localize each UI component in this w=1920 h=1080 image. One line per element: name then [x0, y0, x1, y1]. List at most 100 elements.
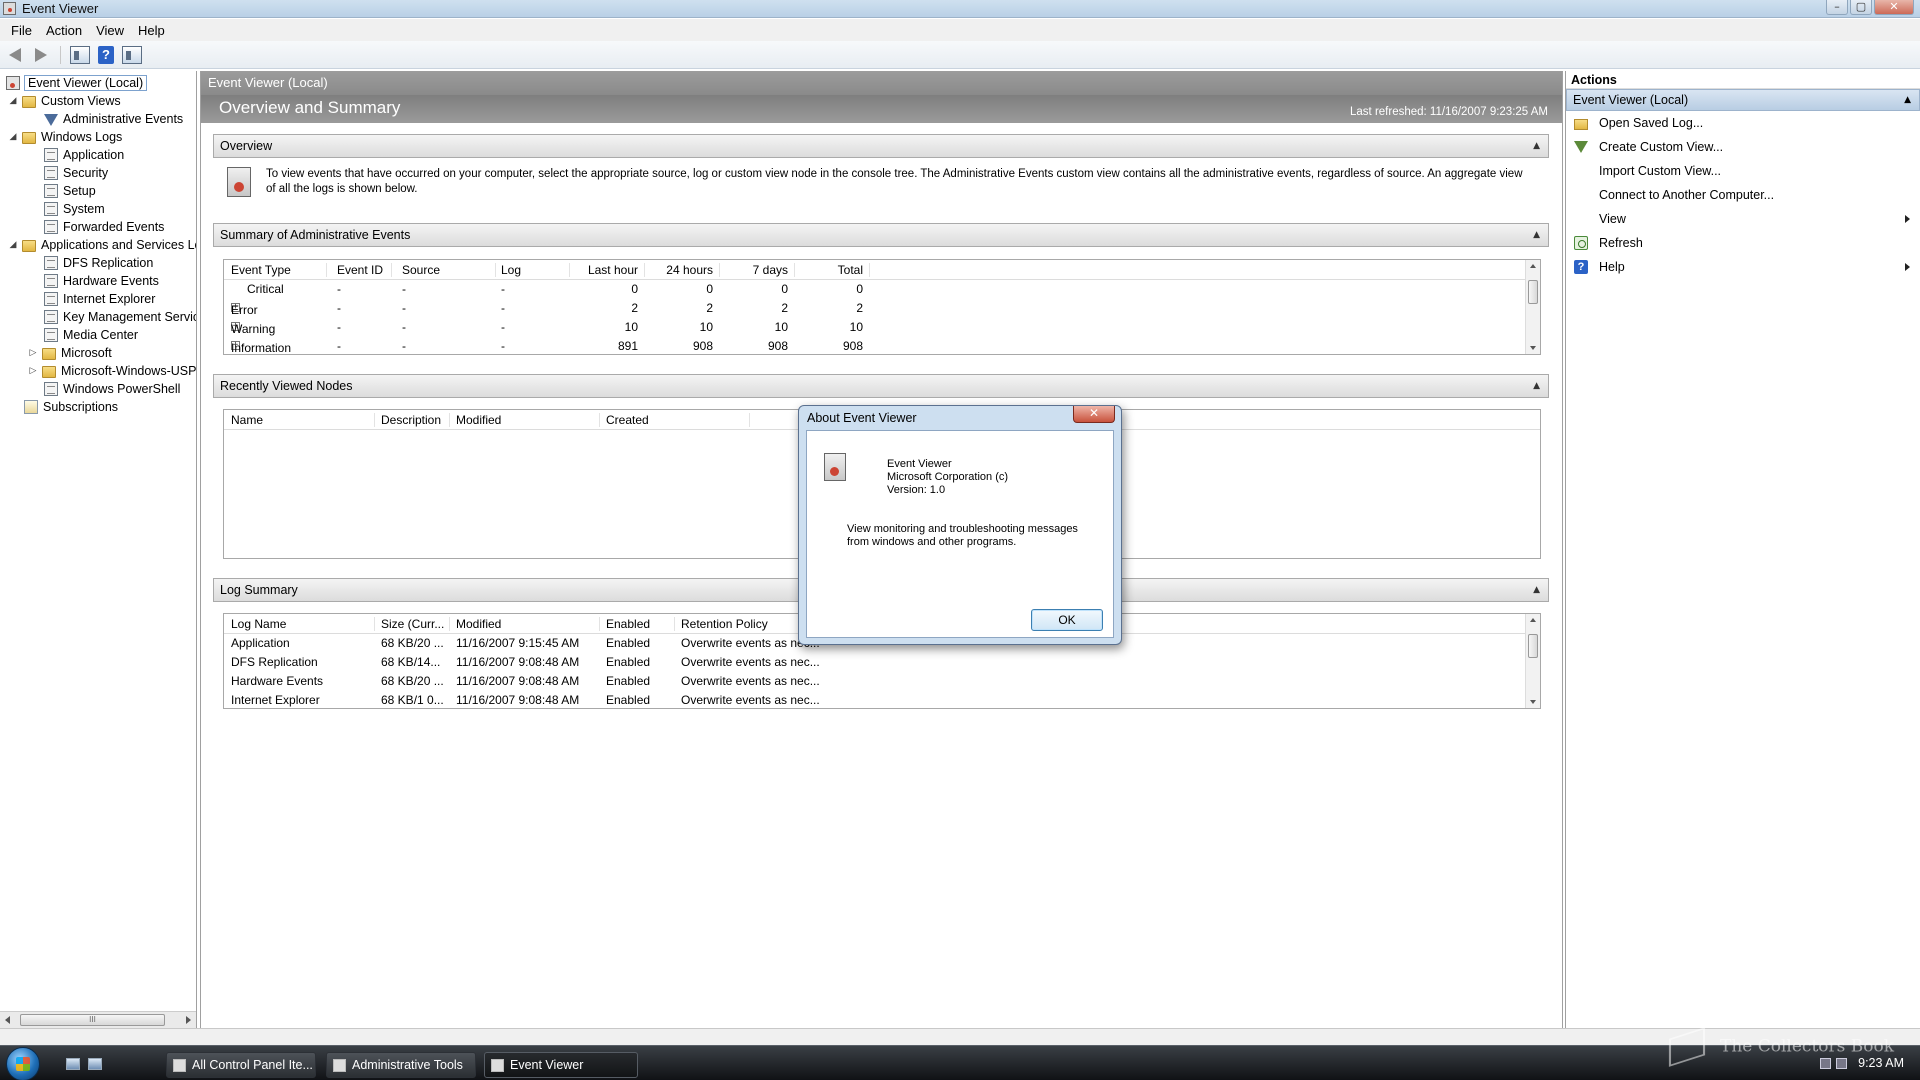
column-header[interactable]: Log — [501, 263, 521, 277]
column-header[interactable]: Retention Policy — [681, 617, 768, 631]
tree-item-windows-powershell[interactable]: Windows PowerShell — [44, 380, 180, 398]
tree-horizontal-scrollbar[interactable]: III — [0, 1011, 196, 1028]
collapse-icon[interactable]: ▲ — [1533, 579, 1540, 601]
scroll-down-icon[interactable] — [1530, 346, 1536, 350]
tree-item-administrative-events[interactable]: Administrative Events — [44, 110, 183, 128]
tree-item-microsoft[interactable]: ▷ Microsoft — [28, 344, 112, 362]
tree-item-setup[interactable]: Setup — [44, 182, 96, 200]
overview-section-header[interactable]: Overview ▲ — [213, 134, 1549, 158]
column-header[interactable]: Description — [381, 413, 441, 427]
column-divider[interactable] — [449, 617, 450, 631]
expand-icon[interactable]: ▷ — [28, 366, 38, 376]
tree-item-custom-views[interactable]: ◢ Custom Views — [8, 92, 121, 110]
column-header[interactable]: 24 hours — [666, 263, 713, 277]
action-import-custom-view[interactable]: Import Custom View... — [1566, 159, 1920, 183]
action-connect-to-another-computer[interactable]: Connect to Another Computer... — [1566, 183, 1920, 207]
column-divider[interactable] — [599, 617, 600, 631]
action-open-saved-log[interactable]: Open Saved Log... — [1566, 111, 1920, 135]
table-row[interactable]: + Information - - - 891 908 908 908 — [224, 337, 1540, 354]
scrollbar-thumb[interactable] — [1528, 280, 1538, 304]
column-divider[interactable] — [391, 263, 392, 277]
tree-item-dfs-replication[interactable]: DFS Replication — [44, 254, 153, 272]
tree-item-applications-and-services[interactable]: ◢ Applications and Services Lo — [8, 236, 196, 254]
dialog-close-button[interactable]: ✕ — [1073, 406, 1115, 423]
menu-action[interactable]: Action — [39, 21, 89, 40]
minimize-button[interactable]: – — [1826, 0, 1848, 15]
tree-item-media-center[interactable]: Media Center — [44, 326, 138, 344]
column-header[interactable]: Total — [838, 263, 863, 277]
column-header[interactable]: Modified — [456, 617, 501, 631]
column-header[interactable]: Name — [231, 413, 263, 427]
collapse-icon[interactable]: ▲ — [1533, 224, 1540, 246]
column-header[interactable]: Event ID — [337, 263, 383, 277]
column-divider[interactable] — [569, 263, 570, 277]
tree-item-forwarded-events[interactable]: Forwarded Events — [44, 218, 164, 236]
table-row[interactable]: Hardware Events 68 KB/20 ... 11/16/2007 … — [224, 672, 1540, 691]
action-help[interactable]: ? Help — [1566, 255, 1920, 279]
column-divider[interactable] — [374, 617, 375, 631]
expand-icon[interactable]: ▷ — [28, 348, 38, 358]
column-divider[interactable] — [674, 617, 675, 631]
summary-vertical-scrollbar[interactable] — [1525, 260, 1540, 354]
column-divider[interactable] — [869, 263, 870, 277]
table-row[interactable]: + Warning - - - 10 10 10 10 — [224, 318, 1540, 337]
column-divider[interactable] — [326, 263, 327, 277]
forward-button[interactable] — [30, 44, 52, 66]
column-header[interactable]: Event Type — [231, 263, 291, 277]
table-row[interactable]: Critical - - - 0 0 0 0 — [224, 280, 1540, 299]
start-button[interactable] — [6, 1047, 40, 1080]
tree-item-internet-explorer[interactable]: Internet Explorer — [44, 290, 155, 308]
column-divider[interactable] — [449, 413, 450, 427]
collapse-icon[interactable]: ▲ — [1533, 375, 1540, 397]
back-button[interactable] — [4, 44, 26, 66]
column-divider[interactable] — [749, 413, 750, 427]
column-divider[interactable] — [719, 263, 720, 277]
column-header[interactable]: Log Name — [231, 617, 286, 631]
help-toolbar-button[interactable]: ? — [95, 44, 117, 66]
action-view[interactable]: View — [1566, 207, 1920, 231]
show-hide-action-pane-button[interactable] — [121, 44, 143, 66]
taskbar-item-event-viewer[interactable]: Event Viewer — [484, 1052, 638, 1078]
table-row[interactable]: DFS Replication 68 KB/14... 11/16/2007 9… — [224, 653, 1540, 672]
table-row[interactable]: Internet Explorer 68 KB/1 0... 11/16/200… — [224, 691, 1540, 708]
actions-section-event-viewer-local[interactable]: Event Viewer (Local) ▲ — [1566, 89, 1920, 111]
column-header[interactable]: Modified — [456, 413, 501, 427]
collapse-icon[interactable]: ▲ — [1533, 135, 1540, 157]
tree-item-hardware-events[interactable]: Hardware Events — [44, 272, 159, 290]
switch-windows-icon[interactable] — [88, 1058, 102, 1070]
tree-item-system[interactable]: System — [44, 200, 105, 218]
scroll-left-icon[interactable] — [5, 1016, 10, 1024]
table-row[interactable]: + Error - - - 2 2 2 2 — [224, 299, 1540, 318]
show-desktop-icon[interactable] — [66, 1058, 80, 1070]
scroll-up-icon[interactable] — [1530, 618, 1536, 622]
scroll-down-icon[interactable] — [1530, 700, 1536, 704]
tree-item-key-management-service[interactable]: Key Management Service — [44, 308, 196, 326]
recent-section-header[interactable]: Recently Viewed Nodes ▲ — [213, 374, 1549, 398]
tree-item-microsoft-windows-usp[interactable]: ▷ Microsoft-Windows-USP — [28, 362, 196, 380]
ok-button[interactable]: OK — [1031, 609, 1103, 631]
scroll-right-icon[interactable] — [186, 1016, 191, 1024]
menu-file[interactable]: File — [4, 21, 39, 40]
scroll-up-icon[interactable] — [1530, 264, 1536, 268]
scrollbar-thumb[interactable] — [1528, 634, 1538, 658]
close-button[interactable]: ✕ — [1874, 0, 1914, 15]
collapse-icon[interactable]: ▲ — [1904, 90, 1911, 110]
collapse-icon[interactable]: ◢ — [8, 96, 18, 106]
tree-item-subscriptions[interactable]: Subscriptions — [24, 398, 118, 416]
column-divider[interactable] — [374, 413, 375, 427]
show-hide-console-tree-button[interactable] — [69, 44, 91, 66]
taskbar-item-control-panel[interactable]: All Control Panel Ite... — [166, 1052, 316, 1078]
log-summary-vertical-scrollbar[interactable] — [1525, 614, 1540, 708]
action-create-custom-view[interactable]: Create Custom View... — [1566, 135, 1920, 159]
maximize-button[interactable]: ▢ — [1850, 0, 1872, 15]
tree-item-application[interactable]: Application — [44, 146, 124, 164]
menu-view[interactable]: View — [89, 21, 131, 40]
collapse-icon[interactable]: ◢ — [8, 240, 18, 250]
column-divider[interactable] — [794, 263, 795, 277]
column-divider[interactable] — [644, 263, 645, 277]
column-header[interactable]: 7 days — [753, 263, 788, 277]
column-header[interactable]: Created — [606, 413, 649, 427]
column-divider[interactable] — [495, 263, 496, 277]
column-header[interactable]: Last hour — [588, 263, 638, 277]
scrollbar-thumb[interactable]: III — [20, 1014, 165, 1026]
